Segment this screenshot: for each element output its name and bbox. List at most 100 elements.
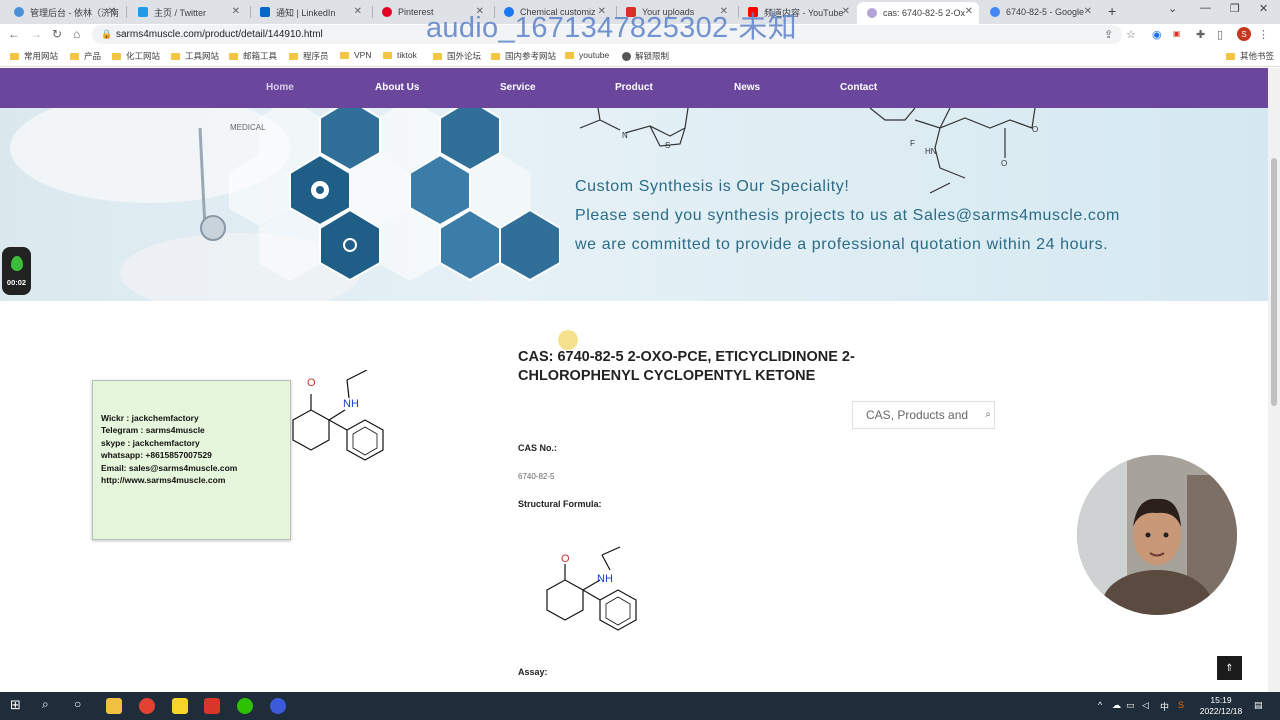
input-method-icon[interactable]: S — [1178, 700, 1184, 710]
restore-icon[interactable]: ❐ — [1230, 2, 1240, 15]
medical-hexagon-illustration: MEDICAL — [10, 108, 560, 301]
browser-tab[interactable]: 6740-82-5 - Google ✕ — [980, 2, 1098, 22]
nav-home-link[interactable]: Home — [266, 82, 294, 93]
amine-label: NH — [597, 573, 613, 585]
linkedin-icon — [260, 7, 270, 17]
scrollbar-thumb[interactable] — [1271, 158, 1277, 406]
bookmark-folder[interactable]: 产品 — [70, 50, 101, 62]
structural-formula-image: O NH — [546, 546, 637, 631]
minimize-icon[interactable]: — — [1200, 2, 1211, 14]
search-icon[interactable]: ⌕ — [42, 697, 49, 712]
nav-contact-link[interactable]: Contact — [840, 82, 877, 93]
system-clock[interactable]: 15:19 2022/12/18 — [1196, 695, 1246, 717]
bookmark-folder[interactable]: 国内参考网站 — [491, 50, 556, 62]
product-title: CAS: 6740-82-5 2-OXO-PCE, ETICYCLIDINONE… — [518, 349, 855, 384]
close-icon[interactable]: ✕ — [354, 6, 362, 17]
close-window-icon[interactable]: ✕ — [1259, 2, 1268, 15]
close-icon[interactable]: ✕ — [232, 6, 240, 17]
wechat-icon[interactable] — [237, 698, 253, 714]
svg-text:O: O — [1001, 159, 1007, 168]
hero-banner: MEDICAL N S HN F O O Custom Synthesis is… — [0, 108, 1268, 301]
bookmark-link[interactable]: 解锁限制 — [622, 50, 669, 62]
close-icon[interactable]: ✕ — [842, 6, 850, 17]
tab-title: 6740-82-5 - Google — [1006, 7, 1085, 17]
tab-title: cas: 6740-82-5 2-Ox — [883, 8, 966, 18]
bookmark-folder[interactable]: youtube — [565, 50, 609, 60]
email-contact[interactable]: Email: sales@sarms4muscle.com — [101, 462, 290, 474]
cortana-icon[interactable]: ○ — [74, 697, 81, 711]
menu-icon[interactable]: ⋮ — [1258, 28, 1269, 41]
new-tab-button[interactable]: + — [1108, 3, 1116, 19]
bookmark-folder-other[interactable]: 其他书签 — [1226, 50, 1274, 62]
search-icon[interactable]: ⌕ — [985, 409, 991, 420]
profile-avatar[interactable]: S — [1237, 27, 1251, 41]
product-search-input[interactable]: CAS, Products and ⌕ — [852, 401, 995, 429]
share-icon[interactable]: ⇪ — [1104, 28, 1113, 41]
forward-icon[interactable]: → — [30, 27, 42, 41]
reload-icon[interactable]: ↻ — [52, 27, 62, 41]
folder-icon — [70, 52, 79, 60]
clock-date: 2022/12/18 — [1199, 706, 1243, 716]
clock-time: 15:19 — [1210, 695, 1232, 705]
back-icon[interactable]: ← — [8, 27, 20, 41]
folder-icon — [229, 52, 238, 60]
nav-news-link[interactable]: News — [734, 82, 760, 93]
site-navigation: Home About Us Service Product News Conta… — [0, 68, 1268, 108]
folder-icon — [171, 52, 180, 60]
volume-icon[interactable]: ◁ — [1142, 700, 1149, 711]
bookmark-folder[interactable]: VPN — [340, 50, 371, 60]
side-panel-icon[interactable]: ▯ — [1217, 28, 1223, 41]
tray-arrow-icon[interactable]: ^ — [1098, 700, 1102, 710]
bookmark-folder[interactable]: 邮箱工具 — [229, 50, 277, 62]
nav-product-link[interactable]: Product — [615, 82, 653, 93]
wps-office-icon[interactable] — [204, 698, 220, 714]
notification-icon[interactable]: ▤ — [1254, 700, 1263, 711]
browser-tab-active[interactable]: cas: 6740-82-5 2-Ox ✕ — [857, 2, 979, 24]
bookmark-folder[interactable]: 工具网站 — [171, 50, 219, 62]
bookmark-label: 国内参考网站 — [505, 51, 557, 61]
windows-start-icon[interactable]: ⊞ — [10, 697, 21, 713]
bookmark-folder[interactable]: tiktok — [383, 50, 417, 60]
home-icon[interactable]: ⌂ — [73, 27, 80, 41]
screen-recorder-widget[interactable]: 00:02 — [2, 247, 31, 295]
folder-icon — [289, 52, 298, 60]
bookmark-folder[interactable]: 化工网站 — [112, 50, 160, 62]
page-scrollbar[interactable] — [1268, 68, 1280, 692]
file-explorer-icon[interactable] — [106, 698, 122, 714]
bookmark-folder[interactable]: 常用网站 — [10, 50, 58, 62]
recorder-app-icon[interactable] — [270, 698, 286, 714]
cloud-icon[interactable]: ☁ — [1112, 700, 1121, 711]
tab-search-icon[interactable]: ⌄ — [1168, 2, 1177, 15]
browser-tab[interactable]: 管理后台 - 依林（济南 ✕ — [4, 2, 122, 22]
bookmark-label: 解锁限制 — [635, 51, 670, 61]
scroll-to-top-button[interactable]: ⇑ — [1217, 656, 1242, 680]
bookmark-folder[interactable]: 国外论坛 — [433, 50, 481, 62]
whatsapp-contact: whatsapp: +8615857007529 — [101, 450, 212, 461]
webcam-overlay — [1077, 455, 1237, 615]
website-link[interactable]: http://www.sarms4muscle.com — [101, 474, 290, 486]
bookmark-star-icon[interactable]: ☆ — [1126, 28, 1136, 41]
windows-taskbar: ⊞ ⌕ ○ ^ ☁ ▭ ◁ 中 S 15:19 2022/12/18 ▤ — [0, 692, 1280, 720]
nav-service-link[interactable]: Service — [500, 82, 536, 93]
svg-text:F: F — [910, 139, 915, 148]
ime-indicator[interactable]: 中 — [1160, 700, 1169, 713]
new-extension-icon[interactable]: ▣ — [1173, 29, 1181, 38]
extensions-puzzle-icon[interactable]: ✚ — [1196, 28, 1205, 41]
recorder-leaf-icon — [11, 256, 23, 271]
nav-about-link[interactable]: About Us — [375, 82, 419, 93]
close-icon[interactable]: ✕ — [108, 6, 116, 17]
chrome-icon[interactable] — [139, 698, 155, 714]
lock-icon: 🔒 — [101, 29, 113, 39]
tab-title: 通知 | LinkedIn — [276, 7, 336, 18]
notes-app-icon[interactable] — [172, 698, 188, 714]
bookmark-label: 工具网站 — [185, 51, 220, 61]
close-icon[interactable]: ✕ — [1084, 6, 1092, 17]
browser-tab[interactable]: 通知 | LinkedIn ✕ — [250, 2, 368, 22]
structural-formula-label: Structural Formula: — [518, 499, 602, 509]
banner-quote-line: we are committed to provide a profession… — [575, 236, 1109, 253]
close-icon[interactable]: ✕ — [965, 6, 973, 17]
extension-icon[interactable]: ◉ — [1152, 28, 1162, 41]
bookmark-folder[interactable]: 程序员 — [289, 50, 329, 62]
browser-tab[interactable]: 主页 / Twitter ✕ — [128, 2, 246, 22]
network-icon[interactable]: ▭ — [1126, 700, 1135, 711]
